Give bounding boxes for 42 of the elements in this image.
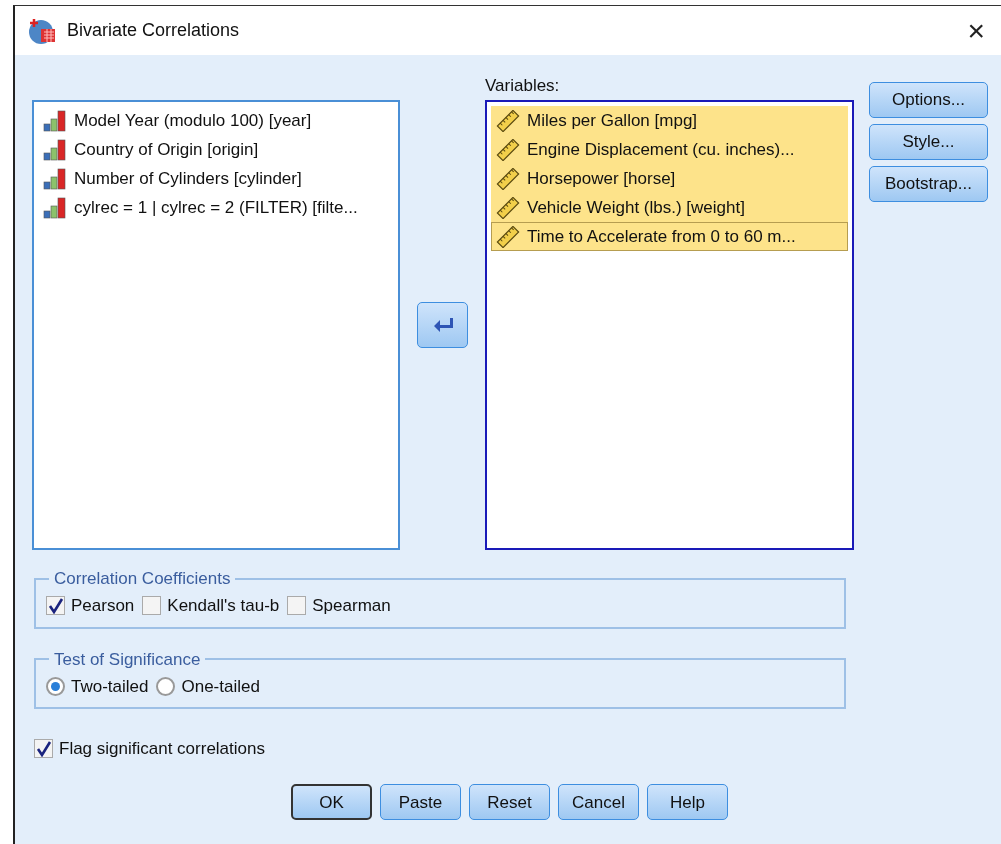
option-label: One-tailed — [181, 675, 260, 698]
dialog-button[interactable]: OK — [291, 784, 372, 821]
dialog-button[interactable]: Style... — [869, 124, 988, 160]
variable-item[interactable]: Vehicle Weight (lbs.) [weight] — [491, 193, 848, 222]
dialog-button[interactable]: Paste — [380, 784, 461, 821]
dialog-button[interactable]: Cancel — [558, 784, 639, 821]
arrow-icon — [432, 317, 453, 333]
radio-button[interactable] — [156, 676, 176, 696]
bar-chart-icon — [43, 167, 67, 190]
dialog-button[interactable]: Bootstrap... — [869, 166, 988, 202]
variable-item[interactable]: Miles per Gallon [mpg] — [491, 106, 848, 135]
group-title: Correlation Coefficients — [53, 570, 232, 587]
checkbox[interactable] — [46, 596, 65, 616]
bar-chart-icon — [43, 138, 67, 161]
dialog-button[interactable]: Help — [647, 784, 728, 821]
variable-item[interactable]: Country of Origin [origin] — [38, 135, 394, 164]
variable-item[interactable]: Time to Accelerate from 0 to 60 m... — [491, 222, 848, 251]
option-label: Spearman — [312, 595, 391, 617]
option-label: Kendall's tau-b — [167, 595, 280, 617]
variable-item[interactable]: Number of Cylinders [cylinder] — [38, 164, 394, 193]
variable-item[interactable]: Horsepower [horse] — [491, 164, 848, 193]
window-title: Bivariate Correlations — [67, 19, 240, 42]
checkbox[interactable] — [287, 596, 307, 616]
checkbox[interactable] — [142, 596, 162, 616]
close-button[interactable]: × — [961, 15, 991, 46]
variables-list[interactable]: Miles per Gallon [mpg] Engine Displacement (cu. inches)... Horsepower [horse] Vehicle Weight (lbs.) [weight] Time to Accelerate from 0 to 60 m... — [485, 100, 854, 550]
variable-item[interactable]: cylrec = 1 | cylrec = 2 (FILTER) [filte... — [38, 193, 394, 222]
source-variable-list[interactable]: Model Year (modulo 100) [year] Country of Origin [origin] Number of Cylinders [cylinder] cylrec = 1 | cylrec = 2 (FILTER) [filte... — [32, 100, 400, 550]
variable-item[interactable]: Model Year (modulo 100) [year] — [38, 106, 394, 135]
variables-label: Variables: — [485, 75, 561, 97]
variable-item[interactable]: Engine Displacement (cu. inches)... — [491, 135, 848, 164]
dialog-button[interactable]: Options... — [869, 82, 988, 118]
move-button[interactable] — [417, 302, 468, 348]
option-label: Two-tailed — [71, 675, 149, 698]
bar-chart-icon — [43, 196, 67, 219]
dialog-button[interactable]: Reset — [469, 784, 550, 821]
bar-chart-icon — [43, 109, 67, 132]
radio-button[interactable] — [46, 676, 65, 696]
group-title: Test of Significance — [53, 650, 202, 668]
option-label: Flag significant correlations — [59, 738, 265, 760]
option-label: Pearson — [71, 595, 135, 617]
checkbox[interactable] — [34, 739, 53, 759]
